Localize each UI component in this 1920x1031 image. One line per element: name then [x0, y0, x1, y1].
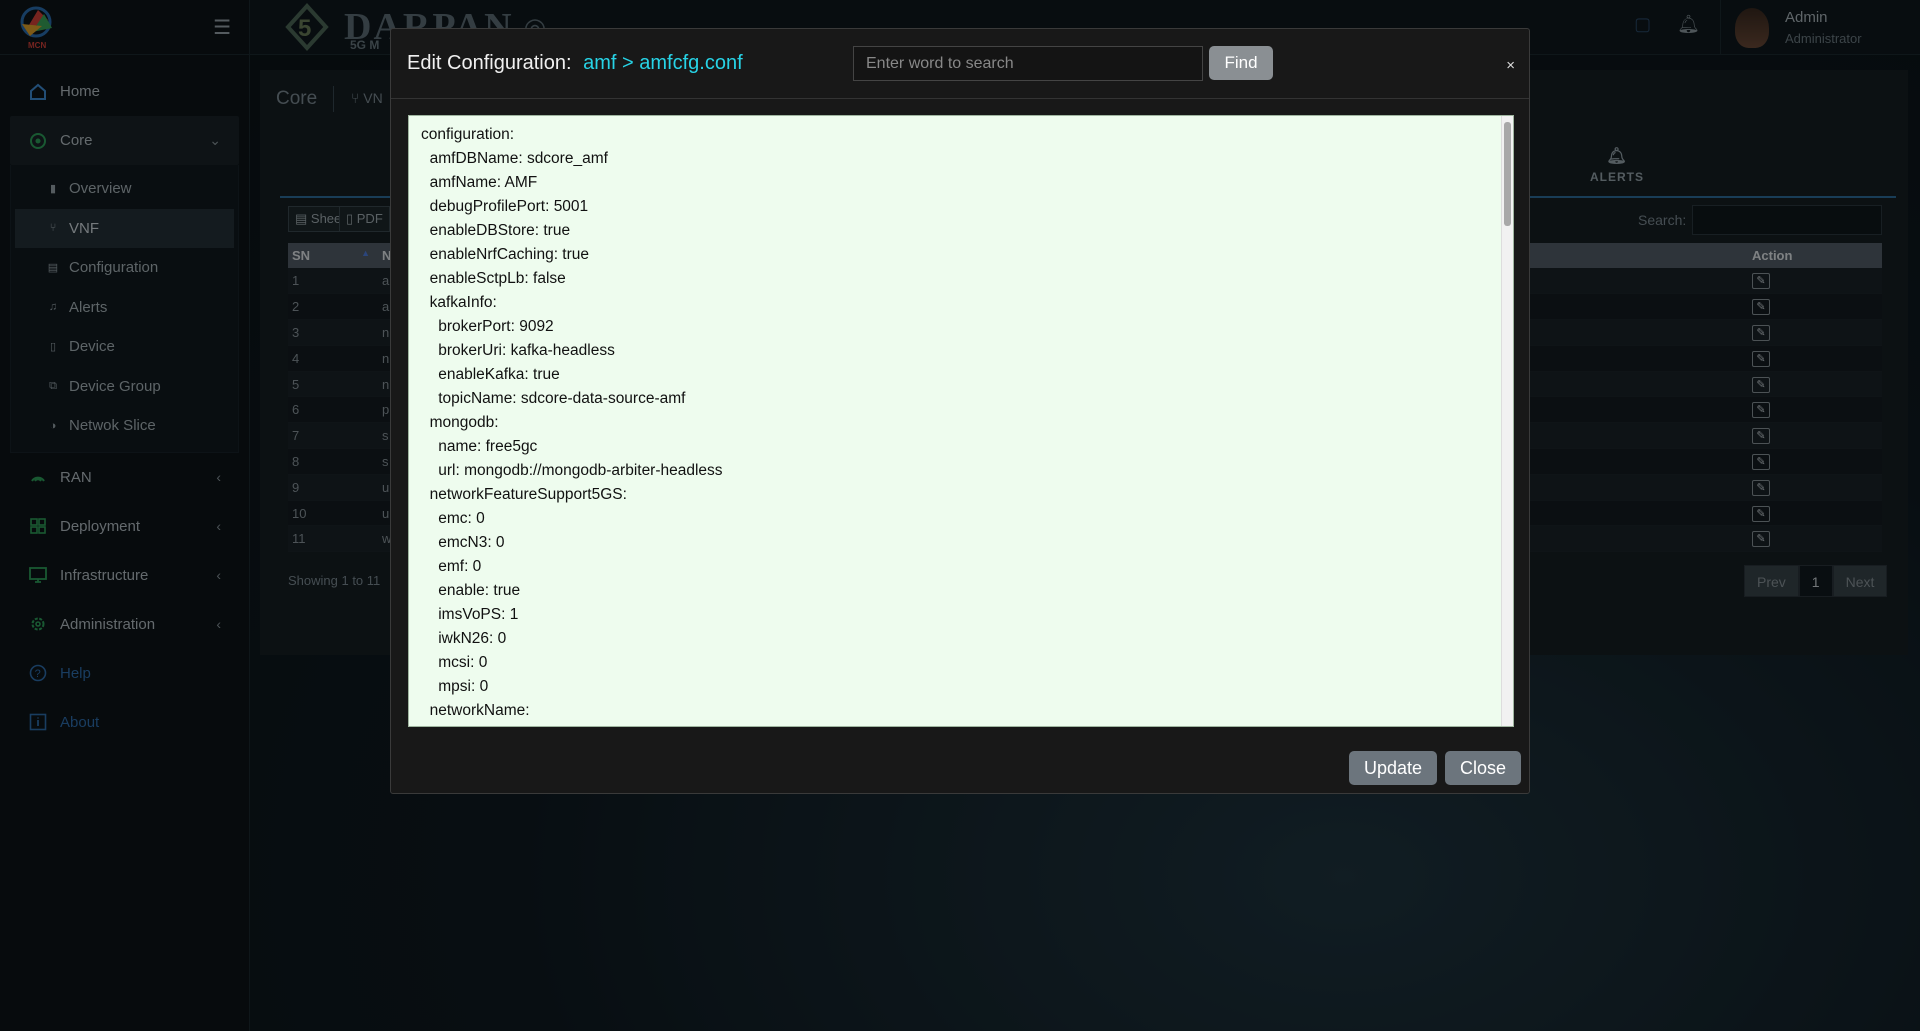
find-word-input[interactable]: [853, 46, 1203, 81]
close-icon[interactable]: ×: [1506, 57, 1515, 74]
close-button[interactable]: Close: [1445, 751, 1521, 785]
modal-config-path: amf > amfcfg.conf: [583, 52, 743, 74]
editor-scrollbar[interactable]: [1501, 116, 1513, 726]
config-text[interactable]: configuration: amfDBName: sdcore_amf amf…: [409, 116, 1513, 726]
find-button[interactable]: Find: [1209, 46, 1273, 80]
modal-title: Edit Configuration: amf > amfcfg.conf: [407, 52, 743, 75]
editor-scrollbar-thumb[interactable]: [1504, 122, 1511, 226]
modal-title-label: Edit Configuration:: [407, 52, 572, 74]
update-button[interactable]: Update: [1349, 751, 1437, 785]
config-editor[interactable]: configuration: amfDBName: sdcore_amf amf…: [408, 115, 1514, 727]
edit-configuration-modal: Edit Configuration: amf > amfcfg.conf Fi…: [390, 28, 1530, 794]
modal-header: Edit Configuration: amf > amfcfg.conf Fi…: [391, 29, 1529, 99]
